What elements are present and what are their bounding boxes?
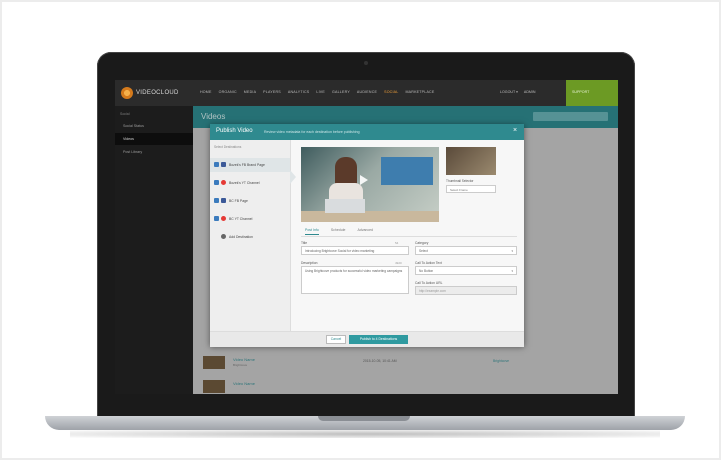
- modal-tabs: Post Info Schedule Advanced: [305, 228, 373, 235]
- add-destination-item[interactable]: Add Destination: [210, 230, 290, 244]
- destination-label: BC FB Page: [229, 199, 248, 203]
- logo-text: VIDEOCLOUD: [136, 90, 179, 96]
- modal-subtitle: Review video metadata for each destinati…: [264, 130, 360, 134]
- facebook-icon: [221, 198, 226, 203]
- modal-title: Publish Video: [216, 128, 253, 134]
- tab-divider: [301, 236, 517, 237]
- destinations-heading: Select Destinations: [214, 145, 242, 149]
- add-icon: [221, 234, 226, 239]
- publish-button[interactable]: Publish to 4 Destinations: [349, 335, 408, 344]
- logout-link[interactable]: LOGOUT ▾: [500, 90, 518, 94]
- title-field[interactable]: Introducing Brightcove Social for video …: [301, 246, 409, 255]
- tab-post-info[interactable]: Post Info: [305, 228, 319, 235]
- thumbnail-select[interactable]: Select Frame: [446, 185, 496, 193]
- checkbox-checked-icon[interactable]: [214, 216, 219, 221]
- facebook-icon: [221, 162, 226, 167]
- nav-item-social[interactable]: SOCIAL: [384, 90, 398, 94]
- laptop-shadow: [70, 430, 660, 438]
- tab-schedule[interactable]: Schedule: [331, 228, 346, 235]
- video-preview[interactable]: [301, 147, 439, 222]
- preview-laptop: [325, 199, 365, 213]
- chevron-down-icon: ▾: [511, 269, 513, 273]
- user-menu: LOGOUT ▾ ADMIN: [500, 90, 536, 94]
- category-label: Category: [415, 241, 429, 245]
- main-nav: HOME ORGANIC MEDIA PLAYERS ANALYTICS LIV…: [200, 90, 434, 94]
- destination-label: Bozek's FB Brand Page: [229, 163, 265, 167]
- thumbnail-label: Thumbnail Selector: [446, 179, 474, 183]
- destination-item[interactable]: BC FB Page: [210, 194, 290, 208]
- laptop-notch: [318, 416, 410, 421]
- nav-item-home[interactable]: HOME: [200, 90, 212, 94]
- close-icon[interactable]: ×: [513, 127, 517, 134]
- description-char-count: 4920: [395, 261, 402, 265]
- support-button[interactable]: SUPPORT: [566, 80, 618, 106]
- category-value: Select: [419, 249, 428, 253]
- cancel-button[interactable]: Cancel: [326, 335, 346, 344]
- modal-header: Publish Video Review video metadata for …: [210, 124, 524, 140]
- laptop-screen: VIDEOCLOUD HOME ORGANIC MEDIA PLAYERS AN…: [115, 80, 618, 394]
- nav-item-audience[interactable]: AUDIENCE: [357, 90, 377, 94]
- destination-label: BC YT Channel: [229, 217, 253, 221]
- nav-item-organic[interactable]: ORGANIC: [219, 90, 237, 94]
- cta-text-label: Call To Action Text: [415, 261, 442, 265]
- logo-icon: [121, 87, 133, 99]
- destinations-panel: Select Destinations Bozek's FB Brand Pag…: [210, 140, 291, 331]
- title-char-count: 54: [395, 241, 399, 245]
- checkbox-checked-icon[interactable]: [214, 162, 219, 167]
- checkbox-checked-icon[interactable]: [214, 198, 219, 203]
- cta-text-select[interactable]: No Button ▾: [415, 266, 517, 275]
- description-label: Description: [301, 261, 318, 265]
- category-select[interactable]: Select ▾: [415, 246, 517, 255]
- title-label: Title: [301, 241, 308, 245]
- destination-item[interactable]: Bozek's FB Brand Page: [210, 158, 290, 172]
- logo[interactable]: VIDEOCLOUD: [121, 87, 179, 99]
- preview-background-screen: [381, 157, 433, 185]
- cta-text-value: No Button: [419, 269, 434, 273]
- thumbnail-preview[interactable]: [446, 147, 496, 175]
- nav-item-media[interactable]: MEDIA: [244, 90, 256, 94]
- support-label: SUPPORT: [572, 90, 590, 94]
- destination-item[interactable]: BC YT Channel: [210, 212, 290, 226]
- nav-item-live[interactable]: LIVE: [316, 90, 325, 94]
- top-nav-bar: VIDEOCLOUD HOME ORGANIC MEDIA PLAYERS AN…: [115, 80, 618, 106]
- admin-link[interactable]: ADMIN: [524, 90, 536, 94]
- preview-desk: [301, 211, 439, 222]
- modal-footer: Cancel Publish to 4 Destinations: [210, 331, 524, 347]
- camera-dot: [364, 61, 368, 65]
- nav-item-gallery[interactable]: GALLERY: [332, 90, 350, 94]
- nav-item-analytics[interactable]: ANALYTICS: [288, 90, 310, 94]
- selection-arrow-icon: [290, 170, 296, 184]
- cta-url-field[interactable]: http://example.com: [415, 286, 517, 295]
- chevron-down-icon: ▾: [511, 249, 513, 253]
- destination-label: Add Destination: [229, 235, 253, 239]
- nav-item-players[interactable]: PLAYERS: [263, 90, 281, 94]
- publish-video-modal: Publish Video Review video metadata for …: [210, 124, 524, 347]
- destination-label: Bozek's YT Channel: [229, 181, 260, 185]
- play-icon[interactable]: [360, 175, 368, 185]
- youtube-icon: [221, 180, 226, 185]
- description-field[interactable]: Using Brightcove products for successful…: [301, 266, 409, 294]
- nav-item-marketplace[interactable]: MARKETPLACE: [405, 90, 434, 94]
- cta-url-label: Call To Action URL: [415, 281, 443, 285]
- checkbox-checked-icon[interactable]: [214, 180, 219, 185]
- tab-advanced[interactable]: Advanced: [357, 228, 373, 235]
- youtube-icon: [221, 216, 226, 221]
- destination-item[interactable]: Bozek's YT Channel: [210, 176, 290, 190]
